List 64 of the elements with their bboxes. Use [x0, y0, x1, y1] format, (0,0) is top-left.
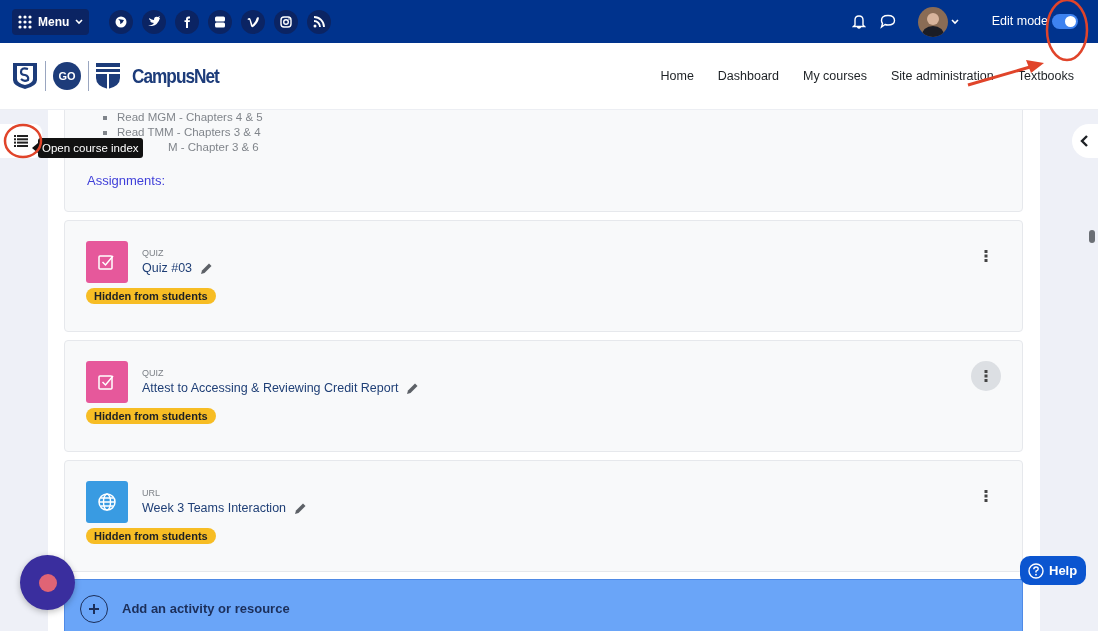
- globe-link[interactable]: [109, 9, 134, 34]
- nav-link[interactable]: My courses: [791, 66, 879, 86]
- camera-link[interactable]: [274, 9, 299, 34]
- grid-icon: [18, 14, 32, 29]
- help-button[interactable]: Help: [1020, 556, 1086, 585]
- scrollbar-thumb[interactable]: [1089, 230, 1095, 243]
- vimeo-link[interactable]: [241, 9, 266, 34]
- drawer-toggle-button[interactable]: [1072, 124, 1098, 158]
- nav-link[interactable]: Home: [648, 66, 706, 86]
- list-icon: [14, 135, 28, 147]
- activity-link[interactable]: Attest to Accessing & Reviewing Credit Report: [142, 379, 399, 397]
- more-menu-button[interactable]: [971, 361, 1001, 391]
- kebab-icon: [984, 490, 988, 502]
- pencil-icon[interactable]: [200, 261, 214, 275]
- activity-type: URL: [142, 487, 161, 499]
- pencil-icon[interactable]: [294, 501, 308, 515]
- nav-link[interactable]: Textbooks: [1005, 66, 1086, 86]
- kebab-icon: [984, 370, 988, 382]
- edit-mode-toggle[interactable]: [1052, 14, 1078, 29]
- checkbox-icon: [98, 253, 116, 271]
- assignments-heading: Assignments:: [87, 172, 167, 190]
- bird-icon: [148, 15, 161, 28]
- globe-icon: [115, 15, 128, 28]
- activity-link[interactable]: Quiz #03: [142, 259, 193, 277]
- site-name: CampusNet: [132, 63, 219, 90]
- hidden-badge: Hidden from students: [86, 408, 216, 424]
- dot-icon: [38, 573, 57, 592]
- rss-link[interactable]: [307, 9, 332, 34]
- chat-icon[interactable]: [879, 14, 896, 29]
- pencil-icon[interactable]: [406, 381, 420, 395]
- activity-link[interactable]: Week 3 Teams Interaction: [142, 499, 287, 517]
- nav-link[interactable]: Dashboard: [705, 66, 791, 86]
- chevron-left-icon: [1080, 135, 1089, 147]
- camera-icon: [280, 15, 293, 28]
- question-icon: [1028, 562, 1044, 579]
- avatar-icon: [917, 6, 948, 37]
- bird-link[interactable]: [142, 9, 167, 34]
- activity-type: QUIZ: [142, 247, 165, 259]
- activity-type: QUIZ: [142, 367, 165, 379]
- facebook-link[interactable]: [175, 9, 200, 34]
- tooltip-arrow: [32, 143, 38, 153]
- go-logo: GO: [53, 62, 81, 90]
- annotation-circle: [3, 123, 43, 159]
- reading-item: M - Chapter 3 & 6: [168, 140, 259, 155]
- shield-logo-icon: [96, 62, 120, 90]
- shield-logo-icon: [12, 62, 38, 90]
- reading-item: Read MGM - Chapters 4 & 5: [117, 110, 263, 125]
- kebab-icon: [984, 250, 988, 262]
- vimeo-icon: [247, 15, 260, 28]
- caret-icon: [950, 18, 959, 25]
- hidden-badge: Hidden from students: [86, 288, 216, 304]
- video-link[interactable]: [208, 9, 233, 34]
- bell-icon[interactable]: [851, 14, 866, 29]
- edit-mode-label: Edit mode: [991, 13, 1048, 31]
- globe-icon: [98, 493, 116, 511]
- add-activity-button[interactable]: Add an activity or resource: [64, 579, 1023, 631]
- user-menu[interactable]: [917, 6, 959, 37]
- reading-item: Read TMM - Chapters 3 & 4: [117, 125, 261, 140]
- nav-link[interactable]: Site administration: [878, 66, 1006, 86]
- caret-icon: [75, 18, 84, 25]
- hidden-badge: Hidden from students: [86, 528, 216, 544]
- menu-button[interactable]: Menu: [12, 8, 90, 35]
- rss-icon: [313, 15, 326, 28]
- checkbox-icon: [98, 373, 116, 391]
